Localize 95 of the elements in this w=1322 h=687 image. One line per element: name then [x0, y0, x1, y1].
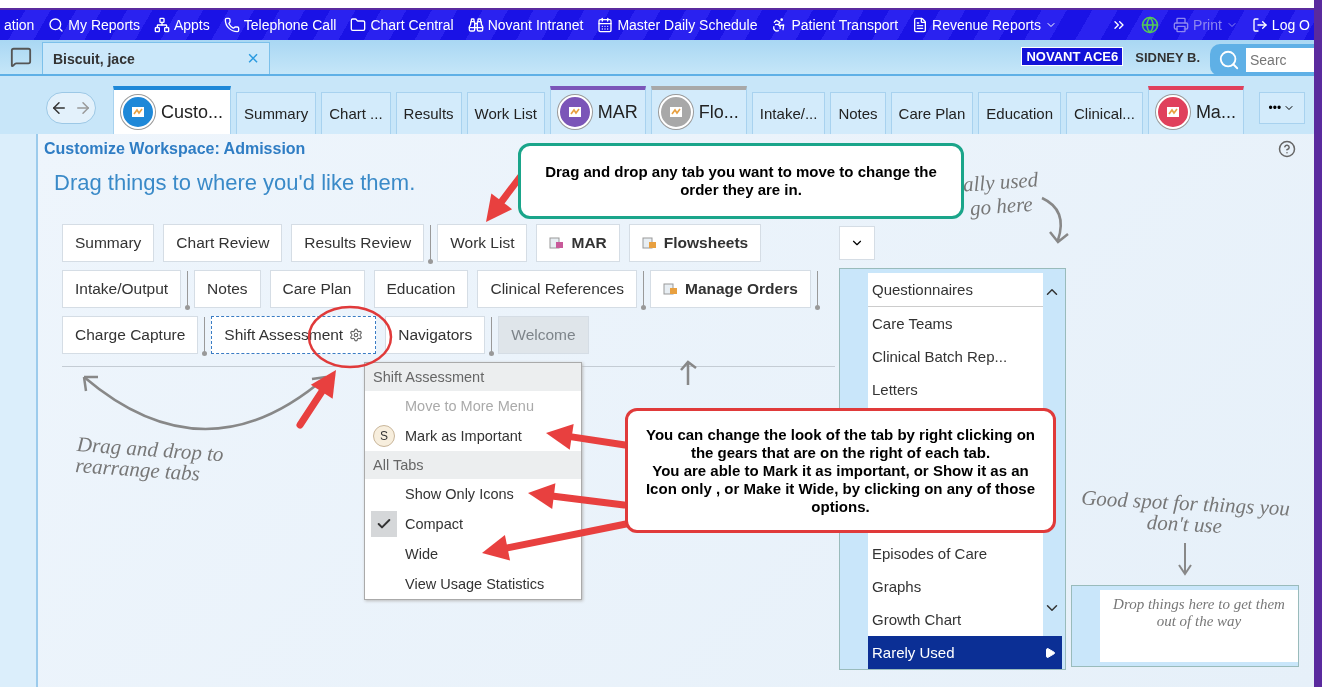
help-icon[interactable]	[1278, 140, 1296, 158]
more-tabs-button[interactable]: •••	[1258, 92, 1305, 124]
list-item[interactable]: Episodes of Care	[868, 537, 1043, 570]
activity-tab[interactable]: Results	[395, 92, 462, 134]
callout-note: You can change the look of the tab by right clicking on the gears that are on the right of each tab. You are able to Mark it as important, or Show it as an Icon only , or Make it Wide, by clicking on any of those options.	[625, 408, 1056, 533]
patient-name: Biscuit, jace	[53, 50, 135, 67]
tab-icon	[663, 281, 679, 297]
back-icon	[50, 99, 68, 117]
tab-icon	[658, 95, 693, 129]
workspace-tab[interactable]: Chart Review	[163, 224, 283, 262]
activity-tab[interactable]: Education	[978, 92, 1061, 134]
handwritten-note: Good spot for things you don't use	[1079, 487, 1292, 540]
hand-arrow-icon	[679, 360, 698, 387]
forward-icon	[74, 99, 92, 117]
search-field[interactable]: Searc	[1210, 44, 1314, 76]
toolbar-icon	[467, 17, 484, 33]
activity-tab[interactable]: Flo...	[650, 86, 747, 134]
activity-tab[interactable]: Ma...	[1147, 86, 1244, 134]
activity-tab[interactable]: MAR	[549, 86, 646, 134]
toolbar-link[interactable]: Log O	[1251, 17, 1310, 33]
toolbar-link[interactable]: Chart Central	[350, 17, 454, 33]
toolbar-link[interactable]: Master Daily Schedule	[597, 17, 758, 33]
menu-item[interactable]: Compact	[365, 509, 581, 539]
handwritten-note: Drag and drop to rearrange tabs	[74, 434, 226, 488]
list-item[interactable]: Clinical Batch Rep...	[868, 340, 1043, 373]
toolbar-link[interactable]: Appts	[153, 17, 210, 33]
toolbar-icon	[597, 17, 614, 33]
toolbar-icon	[223, 17, 240, 33]
search-icon	[1218, 49, 1240, 71]
activity-tab[interactable]: Custo...	[113, 86, 232, 134]
toolbar-icon	[48, 17, 65, 33]
toolbar-link[interactable]: My Reports	[48, 17, 140, 33]
workspace-tab[interactable]: Flowsheets	[628, 224, 762, 262]
list-item[interactable]: Questionnaires	[868, 273, 1043, 307]
globe-icon[interactable]	[1141, 16, 1160, 34]
activity-tab[interactable]: Notes	[830, 92, 886, 134]
important-badge: S	[373, 425, 395, 447]
menu-item[interactable]: S Mark as Important	[365, 421, 581, 451]
tab-icon	[557, 95, 592, 129]
pointer-arrow	[296, 370, 336, 429]
workspace-tab[interactable]: Notes	[194, 270, 261, 308]
tab-icon	[549, 235, 566, 251]
workspace-title: Customize Workspace: Admission	[44, 140, 306, 158]
toolbar-link[interactable]: Novant Intranet	[467, 17, 584, 33]
menu-item[interactable]: Show Only Icons	[365, 479, 581, 509]
chat-icon[interactable]	[10, 46, 32, 68]
rarely-used-item[interactable]: Rarely Used	[868, 636, 1062, 669]
department-badge: NOVANT ACE6	[1021, 47, 1124, 66]
activity-tab[interactable]: Care Plan	[890, 92, 974, 134]
toolbar-icon	[153, 17, 170, 33]
list-item[interactable]: Graphs	[868, 570, 1043, 603]
activity-tab[interactable]: Summary	[236, 92, 317, 134]
menu-header: All Tabs	[365, 451, 581, 479]
workspace-tab[interactable]: Clinical References	[477, 270, 637, 308]
toolbar-icon	[912, 17, 929, 33]
activity-tab[interactable]: Chart ...	[321, 92, 391, 134]
submenu-icon	[1044, 646, 1056, 659]
workspace-subtitle: Drag things to where you'd like them.	[54, 170, 416, 196]
menu-item[interactable]: View Usage Statistics	[365, 569, 581, 599]
workspace-tab[interactable]: Charge Capture	[62, 316, 199, 354]
tab-icon	[121, 95, 155, 129]
workspace-tab[interactable]: Education	[373, 270, 469, 308]
toolbar-icon	[350, 17, 367, 33]
handwritten-note: ally used	[962, 169, 1039, 196]
toolbar-icon	[1173, 17, 1190, 33]
toolbar-link[interactable]: Patient Transport	[771, 17, 899, 33]
toolbar-link[interactable]: Telephone Call	[223, 17, 337, 33]
workspace-tab[interactable]: Navigators	[385, 316, 486, 354]
patient-tab[interactable]: Biscuit, jace ×	[42, 42, 270, 74]
workspace-tab[interactable]: MAR	[536, 224, 620, 262]
toolbar-link[interactable]: Revenue Reports	[912, 17, 1057, 33]
workspace-tab[interactable]: Results Review	[291, 224, 425, 262]
down-arrow-icon	[1177, 541, 1193, 577]
workspace-tab[interactable]: Intake/Output	[62, 270, 182, 308]
user-name: SIDNEY B.	[1135, 50, 1200, 65]
gear-icon[interactable]	[349, 328, 364, 342]
list-item[interactable]: Letters	[868, 373, 1043, 406]
callout-note: Drag and drop any tab you want to move to change the order they are in.	[518, 143, 964, 219]
workspace-tab[interactable]: Summary	[62, 224, 155, 262]
menu-item[interactable]: Wide	[365, 539, 581, 569]
tab-icon	[1155, 95, 1190, 129]
toolbar-link[interactable]: ation	[4, 17, 35, 33]
workspace-tab[interactable]: Work List	[437, 224, 528, 262]
tab-icon	[641, 235, 658, 251]
toolbar-icon	[1251, 17, 1268, 33]
workspace-tab[interactable]: Care Plan	[269, 270, 365, 308]
activity-tab[interactable]: Work List	[466, 92, 545, 134]
drop-hint: Drop things here to get them out of the way	[1100, 590, 1298, 662]
activity-tab[interactable]: Intake/...	[751, 92, 826, 134]
list-item[interactable]: Growth Chart	[868, 603, 1043, 636]
activity-tab[interactable]: Clinical...	[1066, 92, 1143, 134]
hand-arrow-icon	[1040, 196, 1070, 244]
menu-header: Shift Assessment	[365, 363, 581, 391]
workspace-tab[interactable]: Manage Orders	[650, 270, 811, 308]
list-item[interactable]: Care Teams	[868, 307, 1043, 340]
